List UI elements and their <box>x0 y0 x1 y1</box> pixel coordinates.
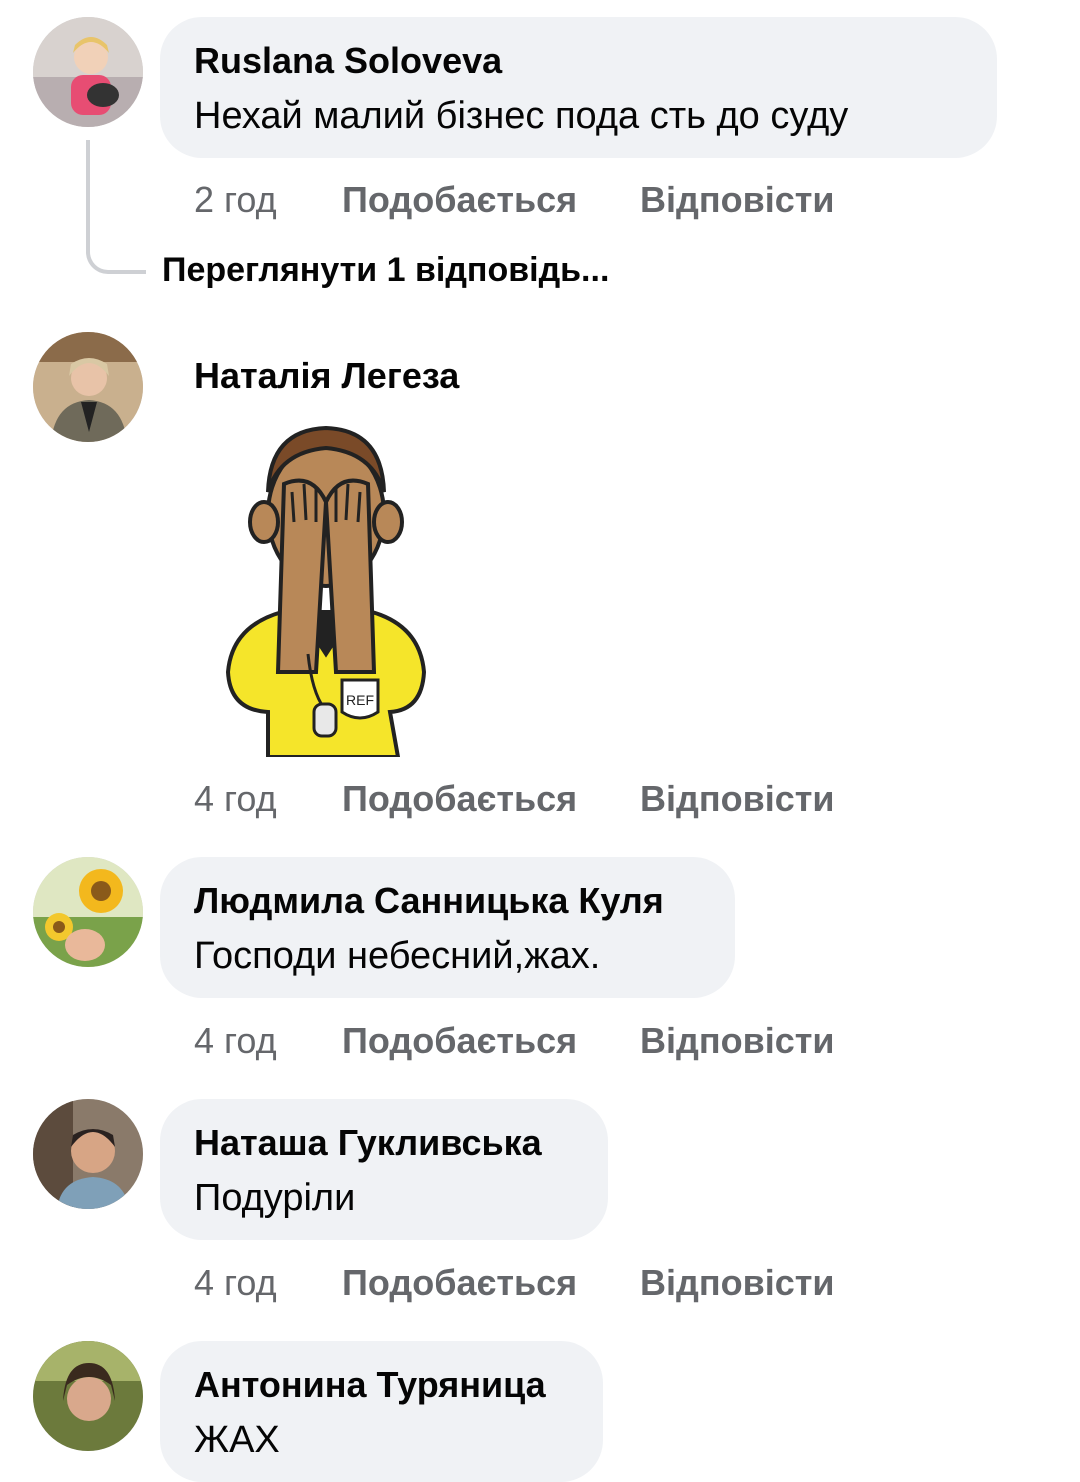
avatar[interactable] <box>33 332 143 442</box>
comment-timestamp[interactable]: 4 год <box>194 1019 277 1063</box>
comment-bubble: Людмила Санницька Куля Господи небесний,… <box>160 857 735 998</box>
comment-author[interactable]: Наталія Легеза <box>194 354 459 398</box>
comment-author[interactable]: Людмила Санницька Куля <box>194 879 701 923</box>
comment-text: ЖАХ <box>194 1419 280 1461</box>
comment-author[interactable]: Антонина Туряница <box>194 1363 569 1407</box>
like-button[interactable]: Подобається <box>342 1261 577 1305</box>
like-button[interactable]: Подобається <box>342 777 577 821</box>
view-replies-link[interactable]: Переглянути 1 відповідь... <box>162 248 609 292</box>
avatar[interactable] <box>33 857 143 967</box>
reply-button[interactable]: Відповісти <box>640 1261 835 1305</box>
sticker-image: REF <box>222 422 432 759</box>
comment-timestamp[interactable]: 4 год <box>194 777 277 821</box>
comment-text: Господи небесний,жах. <box>194 935 601 977</box>
reply-button[interactable]: Відповісти <box>640 777 835 821</box>
comment-timestamp[interactable]: 4 год <box>194 1261 277 1305</box>
like-button[interactable]: Подобається <box>342 1019 577 1063</box>
comment-bubble: Антонина Туряница ЖАХ <box>160 1341 603 1482</box>
reply-button[interactable]: Відповісти <box>640 178 835 222</box>
avatar[interactable] <box>33 17 143 127</box>
thread-connector <box>86 140 146 274</box>
like-button[interactable]: Подобається <box>342 178 577 222</box>
comment-text: Нехай малий бізнес пода сть до суду <box>194 95 849 137</box>
comment-bubble: Наташа Гукливська Подуріли <box>160 1099 608 1240</box>
avatar[interactable] <box>33 1341 143 1451</box>
comment-text: Подуріли <box>194 1177 356 1219</box>
reply-button[interactable]: Відповісти <box>640 1019 835 1063</box>
avatar[interactable] <box>33 1099 143 1209</box>
comment-author[interactable]: Ruslana Soloveva <box>194 39 963 83</box>
sticker-badge-text: REF <box>346 692 374 708</box>
comment-bubble: Ruslana Soloveva Нехай малий бізнес пода… <box>160 17 997 158</box>
comment-timestamp[interactable]: 2 год <box>194 178 277 222</box>
comment-author[interactable]: Наташа Гукливська <box>194 1121 574 1165</box>
